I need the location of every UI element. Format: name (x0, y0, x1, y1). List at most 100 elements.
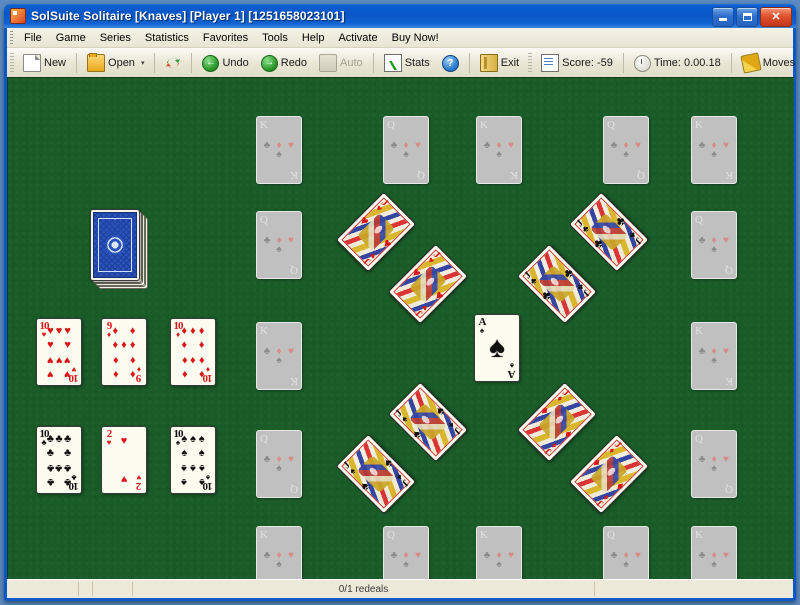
stock-top-card[interactable] (90, 209, 140, 281)
foundation-slot-k[interactable]: K♣♦♥♠K (256, 322, 302, 390)
foundation-slot-q[interactable]: Q♣♦♥♠Q (603, 526, 649, 581)
menu-game[interactable]: Game (49, 30, 93, 46)
slot-pip: ♠ (711, 355, 717, 366)
court-card-jack[interactable]: J ♥ J ♥ ♥ ♥ (387, 243, 469, 325)
card-pip: ♣ (64, 446, 72, 459)
slot-suit-pips: ♣ ♦ ♥ ♠ (257, 141, 301, 160)
slot-rank-bottom: Q (290, 483, 298, 495)
stock-deck[interactable] (90, 209, 148, 289)
toolbar-separator (372, 53, 374, 73)
slot-pip: ♥ (723, 235, 729, 246)
menu-activate[interactable]: Activate (331, 30, 384, 46)
foundation-slot-k[interactable]: K♣♦♥♠K (691, 322, 737, 390)
minimize-button[interactable] (712, 7, 734, 27)
restart-button[interactable] (159, 50, 187, 76)
window-title: SolSuite Solitaire [Knaves] [Player 1] [… (31, 9, 345, 23)
tableau-card[interactable]: 2 ♥ 2 ♥ ♥ ♥ (101, 426, 147, 494)
stats-button[interactable]: Stats (378, 50, 436, 76)
exit-button[interactable]: Exit (474, 50, 525, 76)
slot-suit-pips: ♣ ♦ ♥ ♠ (692, 347, 736, 366)
court-card-jack[interactable]: J ♠ J ♠ ♠ ♠ (387, 381, 469, 463)
moves-indicator: Moves: 0 (736, 50, 796, 76)
status-cell-5 (595, 582, 793, 596)
new-game-label: New (44, 57, 67, 69)
foundation-slot-q[interactable]: Q♣♦♥♠Q (383, 116, 429, 184)
slot-pip: ♣ (698, 235, 706, 246)
foundation-slot-q[interactable]: Q♣♦♥♠Q (691, 211, 737, 279)
foundation-slot-k[interactable]: K♣♦♥♠K (476, 526, 522, 581)
slot-pip: ♠ (711, 559, 717, 570)
close-button[interactable]: ✕ (760, 7, 792, 27)
card-pip: ♠ (181, 432, 188, 445)
undo-label: Undo (222, 57, 249, 69)
slot-suit-pips: ♣ ♦ ♥ ♠ (692, 140, 736, 160)
slot-rank-bottom: Q (417, 169, 425, 181)
tableau-card[interactable]: 10 ♠ 10 ♠ ♠ ♠ ♠ ♠ ♠ ♠ ♠ ♠ ♠ ♠ (170, 426, 216, 494)
menu-file[interactable]: File (17, 30, 49, 46)
foundation-slot-q[interactable]: Q♣♦♥♠Q (256, 211, 302, 279)
menu-help[interactable]: Help (295, 30, 332, 46)
center-ace-card[interactable]: A ♠ A ♠ ♠ (474, 314, 520, 382)
card-pip: ♥ (64, 367, 71, 380)
slot-pip: ♥ (723, 140, 729, 151)
foundation-slot-k[interactable]: K♣♦♥♠K (256, 526, 302, 581)
game-table[interactable]: K ♣ ♦ ♥ ♠ K Q ♣ ♦ ♥ ♠ Q K ♣ ♦ ♥ ♠ K Q ♣ ♦ ♥ ♠ Q K ♣ ♦ ♥ ♠ K Q ♣ ♦ ♥ ♠ Q Q ♣ ♦ ♥… (7, 77, 794, 581)
slot-pip: ♣ (698, 550, 706, 561)
foundation-slot-q[interactable]: Q♣♦♥♠Q (256, 430, 302, 498)
menu-series[interactable]: Series (93, 30, 138, 46)
card-pip: ♥ (55, 353, 63, 366)
court-card-jack[interactable]: J ♦ J ♦ ♦ ♦ (516, 381, 598, 463)
foundation-slot-k[interactable]: K♣♦♥♠K (691, 526, 737, 581)
card-pip: ♦ (181, 367, 188, 380)
foundation-slot-q[interactable]: Q♣♦♥♠Q (691, 430, 737, 498)
slot-rank-bottom: K (290, 375, 298, 387)
new-document-icon (23, 54, 41, 72)
card-pip: ♠ (190, 432, 196, 445)
slot-pip: ♥ (723, 550, 729, 561)
window-controls: ✕ (712, 7, 792, 27)
open-label: Open (108, 57, 135, 69)
new-game-button[interactable]: New (17, 50, 72, 76)
foundation-slot-k[interactable]: K♣♦♥♠K (476, 116, 522, 184)
toolbar-grip[interactable] (528, 53, 533, 73)
card-pip: ♥ (47, 367, 54, 380)
scorecard-icon (541, 54, 560, 72)
slot-pip: ♠ (711, 244, 717, 255)
court-card-jack[interactable]: J ♦ J ♦ ♦ ♦ (568, 433, 650, 515)
maximize-button[interactable] (736, 7, 758, 27)
toolbar-grip[interactable] (10, 53, 14, 73)
foundation-slot-q[interactable]: Q♣♦♥♠Q (383, 526, 429, 581)
court-card-jack[interactable]: J ♥ J ♥ ♥ ♥ (335, 191, 417, 273)
tableau-card[interactable]: 10 ♥ 10 ♥ ♥ ♥ ♥ ♥ ♥ ♥ ♥ ♥ ♥ ♥ (36, 318, 82, 386)
foundation-slot-k[interactable]: K♣♦♥♠K (691, 116, 737, 184)
slot-suit-pips: ♣ ♦ ♥ ♠ (384, 141, 428, 160)
open-button[interactable]: Open ▾ (81, 50, 150, 76)
menu-favorites[interactable]: Favorites (196, 30, 255, 46)
help-button[interactable]: ? (436, 50, 465, 76)
court-card-jack[interactable]: J ♠ J ♠ ♠ ♠ (335, 433, 417, 515)
redo-button[interactable]: → Redo (255, 50, 313, 76)
undo-button[interactable]: ← Undo (196, 50, 254, 76)
tableau-card[interactable]: 9 ♦ 9 ♦ ♦ ♦ ♦ ♦ ♦ ♦ ♦ ♦ ♦ (101, 318, 147, 386)
card-pip: ♦ (129, 353, 136, 366)
court-card-jack[interactable]: J ♣ J ♣ ♣ ♣ (516, 243, 598, 325)
tableau-card[interactable]: 10 ♣ 10 ♣ ♣ ♣ ♣ ♣ ♣ ♣ ♣ ♣ ♣ ♣ (36, 426, 82, 494)
card-pip: ♥ (64, 353, 71, 366)
card-pip-grid: ♦ ♦ ♦ ♦ ♦ ♦ ♦ ♦ ♦ (111, 324, 137, 380)
exit-label: Exit (500, 57, 520, 69)
chevron-down-icon[interactable]: ▾ (141, 59, 145, 67)
status-cell-1 (7, 582, 79, 596)
slot-pip: ♠ (403, 559, 409, 570)
stats-label: Stats (404, 57, 430, 69)
time-label: Time: 0.00.18 (653, 57, 721, 69)
menu-buy-now[interactable]: Buy Now! (385, 30, 446, 46)
menu-tools[interactable]: Tools (255, 30, 295, 46)
slot-rank-bottom: K (725, 169, 733, 181)
foundation-slot-k[interactable]: K♣♦♥♠K (256, 116, 302, 184)
foundation-slot-q[interactable]: Q♣♦♥♠Q (603, 116, 649, 184)
menu-statistics[interactable]: Statistics (138, 30, 196, 46)
slot-pip: ♥ (288, 550, 294, 561)
court-card-jack[interactable]: J ♣ J ♣ ♣ ♣ (568, 191, 650, 273)
tableau-card[interactable]: 10 ♦ 10 ♦ ♦ ♦ ♦ ♦ ♦ ♦ ♦ ♦ ♦ ♦ (170, 318, 216, 386)
menu-grip[interactable] (10, 31, 13, 44)
